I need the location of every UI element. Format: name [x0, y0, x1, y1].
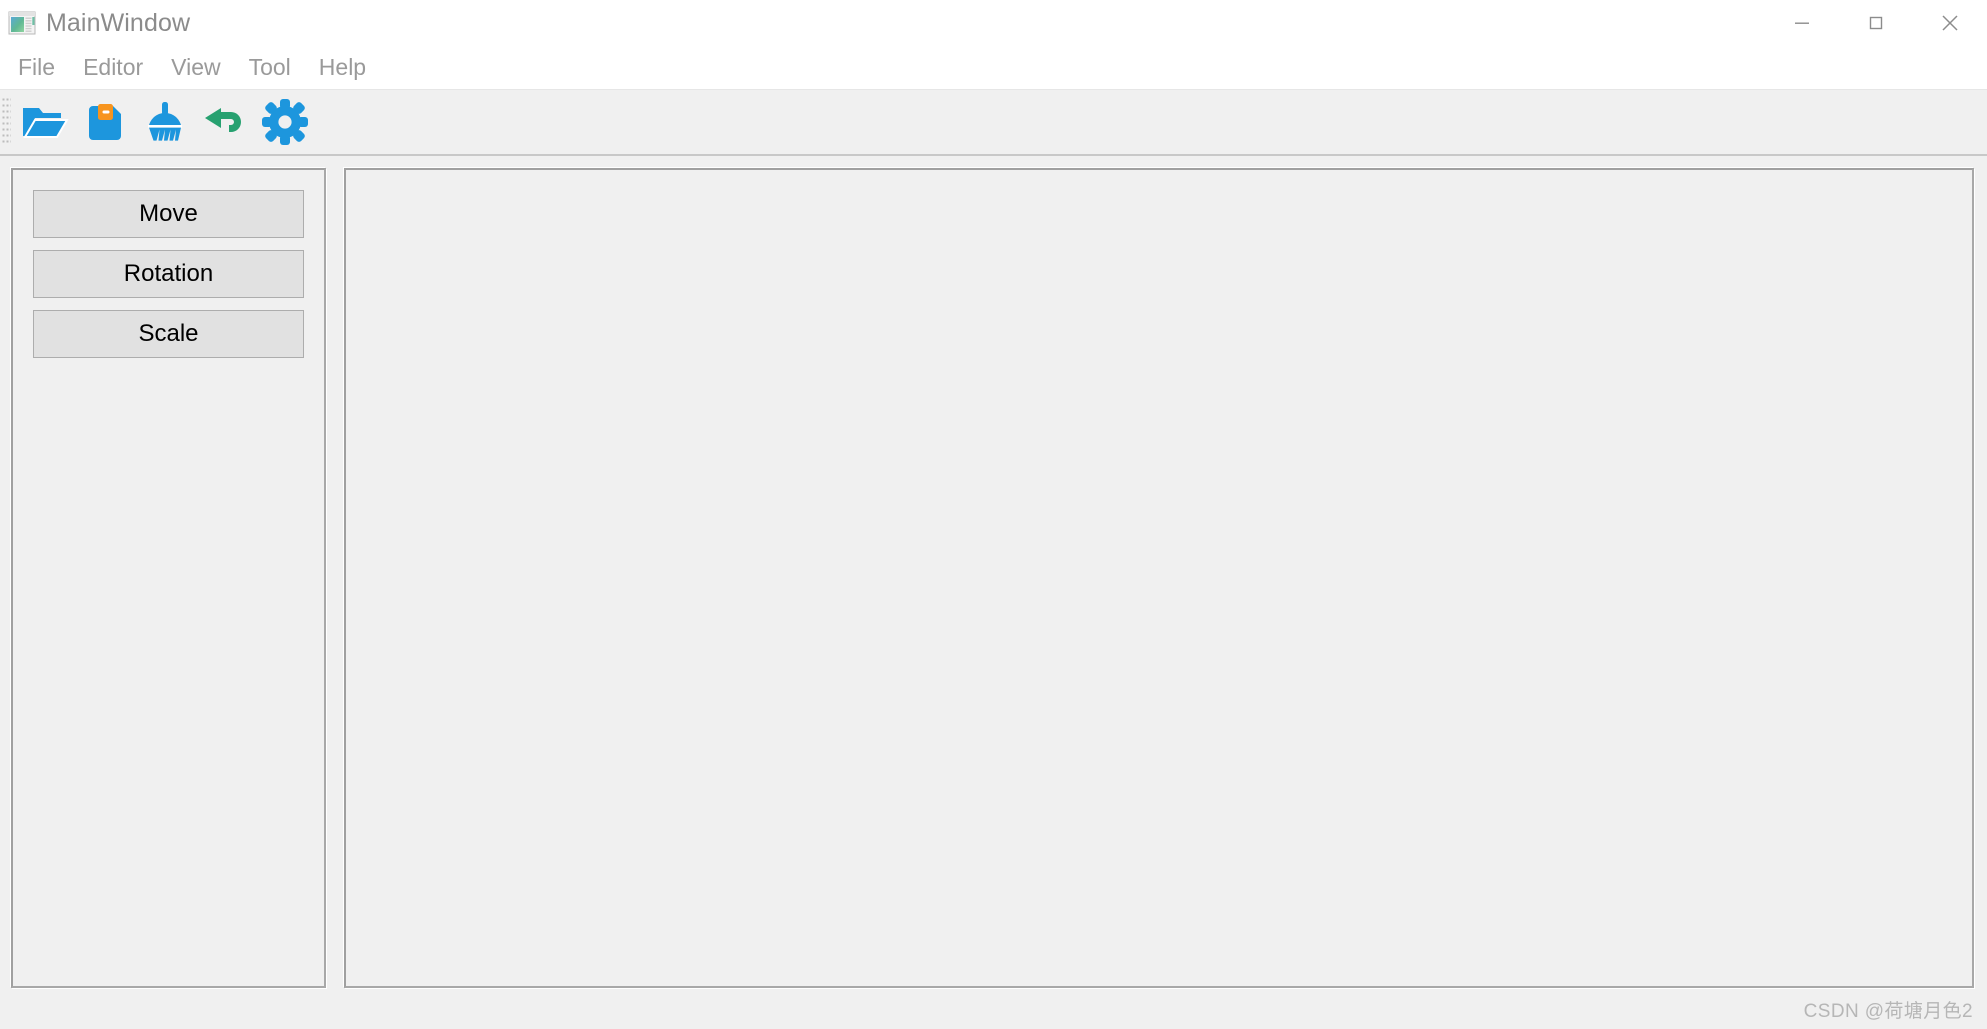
toolbar: [0, 90, 1987, 156]
application-window-icon: [8, 10, 36, 36]
menu-item-view[interactable]: View: [157, 53, 234, 82]
title-bar: MainWindow: [0, 0, 1987, 46]
settings-button[interactable]: [255, 93, 315, 151]
settings-gear-icon: [262, 99, 308, 145]
toolbar-drag-handle[interactable]: [2, 98, 11, 146]
clean-broom-icon: [148, 102, 182, 141]
undo-icon: [205, 108, 241, 132]
save-icon: [89, 104, 121, 140]
open-folder-button[interactable]: [15, 93, 75, 151]
content-area: Move Rotation Scale CSDN @荷塘月色2: [0, 156, 1987, 1029]
menu-item-editor[interactable]: Editor: [69, 53, 157, 82]
main-window: MainWindow File Editor View Tool Help Mo…: [0, 0, 1987, 1029]
rotation-button[interactable]: Rotation: [33, 250, 304, 298]
transform-tools-panel: Move Rotation Scale: [11, 168, 326, 988]
menu-item-help[interactable]: Help: [305, 53, 380, 82]
menu-item-tool[interactable]: Tool: [235, 53, 305, 82]
maximize-icon: [1869, 16, 1883, 30]
menu-item-file[interactable]: File: [4, 53, 69, 82]
open-folder-icon: [23, 108, 69, 138]
undo-button[interactable]: [195, 93, 255, 151]
move-button[interactable]: Move: [33, 190, 304, 238]
save-button[interactable]: [75, 93, 135, 151]
watermark: CSDN @荷塘月色2: [1803, 1001, 1973, 1022]
minimize-button[interactable]: [1765, 0, 1839, 46]
close-icon: [1942, 15, 1958, 31]
canvas-area[interactable]: [344, 168, 1974, 988]
window-title: MainWindow: [46, 8, 191, 37]
close-button[interactable]: [1913, 0, 1987, 46]
clean-button[interactable]: [135, 93, 195, 151]
minimize-icon: [1795, 22, 1809, 24]
menu-bar: File Editor View Tool Help: [0, 46, 1987, 90]
maximize-button[interactable]: [1839, 0, 1913, 46]
window-controls: [1765, 0, 1987, 46]
scale-button[interactable]: Scale: [33, 310, 304, 358]
